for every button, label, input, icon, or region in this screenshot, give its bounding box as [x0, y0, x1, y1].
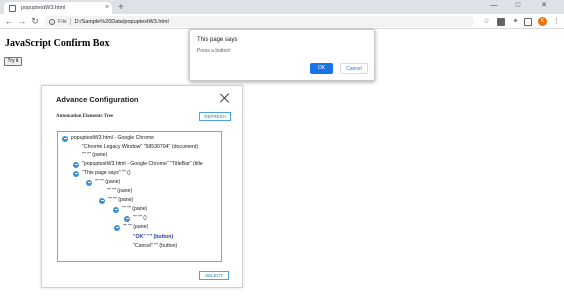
menu-icon[interactable]: ⋮ [552, 17, 561, 26]
close-icon[interactable] [218, 92, 230, 104]
select-button[interactable]: SELECT [199, 271, 229, 280]
collapse-toggle-icon[interactable] [124, 215, 130, 222]
extensions-puzzle-icon[interactable]: ✦ [511, 17, 520, 26]
collapse-toggle-icon[interactable] [86, 179, 92, 186]
collapse-toggle-icon[interactable] [114, 224, 120, 231]
forward-icon[interactable]: → [17, 15, 27, 28]
site-label: File [58, 18, 67, 25]
bookmark-star-icon[interactable]: ☆ [482, 17, 491, 26]
collapse-toggle-icon[interactable] [99, 197, 105, 204]
tree-node[interactable]: "popuptestW3.html - Google Chrome" "Titl… [82, 161, 203, 168]
tree-node[interactable]: "" "" (pane) [95, 179, 120, 186]
extension-square-icon[interactable] [497, 17, 505, 26]
maximize-icon[interactable]: □ [508, 1, 528, 11]
tree-node[interactable]: "" "" (pane) [108, 197, 133, 204]
omnibox-divider [69, 18, 71, 25]
collapse-toggle-icon[interactable] [62, 135, 68, 142]
tab-title: popuptestW3.html [21, 5, 66, 11]
ok-button[interactable]: OK [310, 63, 333, 74]
confirm-title: This page says [197, 37, 238, 43]
media-icon[interactable] [524, 17, 532, 26]
tree-node-selected[interactable]: "OK" "" (button) [133, 234, 173, 241]
dialog-title: Advance Configuration [56, 95, 139, 104]
profile-avatar[interactable]: K [538, 17, 547, 26]
advance-configuration-dialog: Advance Configuration Automation Element… [41, 85, 243, 288]
url-text[interactable]: D:/Sample%20Data/popuptestW3.html [75, 19, 169, 25]
collapse-toggle-icon[interactable] [113, 206, 119, 213]
confirm-dialog: This page says Press a button! OK Cancel [189, 29, 375, 81]
tree-node[interactable]: popuptestW3.html - Google Chrome [71, 135, 154, 142]
tree-node[interactable]: "" "" (pane) [123, 224, 148, 231]
tree-node[interactable]: "This page says" "" () [82, 170, 131, 177]
minimize-icon[interactable]: — [484, 1, 504, 11]
reload-icon[interactable]: ↻ [30, 15, 40, 28]
browser-tab[interactable]: popuptestW3.html × [4, 2, 112, 14]
file-icon [9, 4, 16, 12]
tree-node[interactable]: "" "" (pane) [107, 188, 132, 195]
refresh-button[interactable]: REFRESH [199, 112, 231, 121]
collapse-toggle-icon[interactable] [73, 170, 79, 177]
new-tab-icon[interactable]: + [118, 2, 124, 14]
confirm-message: Press a button! [197, 48, 231, 54]
tab-strip: popuptestW3.html × + — □ ✕ [0, 0, 564, 14]
tree-node[interactable]: "Chrome Legacy Window" "58530704" (docum… [82, 144, 198, 151]
window-close-icon[interactable]: ✕ [534, 1, 554, 11]
try-it-button[interactable]: Try it [4, 57, 22, 66]
tab-close-icon[interactable]: × [102, 2, 112, 14]
automation-elements-tree[interactable]: popuptestW3.html - Google Chrome "Chrome… [57, 131, 222, 262]
page-title: JavaScript Confirm Box [5, 38, 110, 49]
cancel-button[interactable]: Cancel [340, 63, 368, 74]
tree-node[interactable]: "Cancel" "" (button) [133, 243, 177, 250]
tree-node[interactable]: "" "" (pane) [122, 206, 147, 213]
tree-node[interactable]: "" "" () [133, 215, 147, 222]
info-icon[interactable]: i [49, 18, 55, 25]
tree-node[interactable]: "" "" (pane) [82, 152, 107, 159]
address-bar[interactable]: i File D:/Sample%20Data/popuptestW3.html [44, 16, 474, 27]
browser-toolbar: ← → ↻ i File D:/Sample%20Data/popuptestW… [0, 14, 564, 29]
tree-label: Automation Elements Tree [56, 114, 114, 119]
collapse-toggle-icon[interactable] [73, 161, 79, 168]
back-icon[interactable]: ← [4, 15, 14, 28]
